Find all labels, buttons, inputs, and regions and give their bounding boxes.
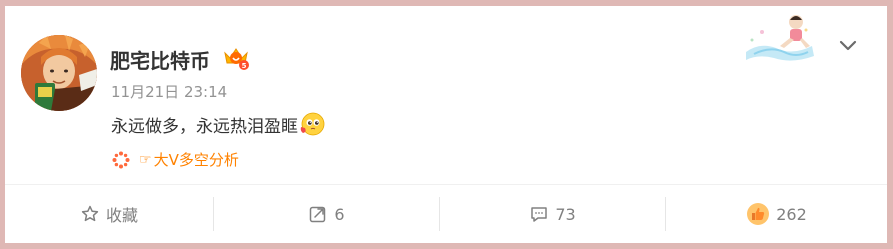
source-link[interactable]: ☞ 大V多空分析: [111, 149, 239, 170]
comment-button[interactable]: 73: [440, 185, 665, 243]
favorite-button[interactable]: 收藏: [5, 185, 213, 243]
spark-icon: [112, 151, 130, 168]
comment-count: 73: [555, 204, 576, 224]
moved-to-tears-emoji-icon: [299, 111, 325, 137]
post-toolbar: 收藏 6 73 262: [5, 185, 887, 243]
star-icon: [81, 205, 99, 222]
card-decoration: [740, 12, 820, 64]
repost-button[interactable]: 6: [214, 185, 439, 243]
chevron-down-icon[interactable]: [836, 34, 860, 58]
weibo-post-card: 肥宅比特币 5 11月21日 23:14 永远做多，永远热泪盈眶 ☞ 大V多空分…: [5, 6, 887, 243]
vip-badge-icon[interactable]: 5: [222, 43, 250, 71]
repost-icon: [310, 206, 326, 223]
repost-count: 6: [334, 204, 345, 224]
pointer-icon: ☞: [139, 151, 152, 168]
source-link-label[interactable]: 大V多空分析: [154, 149, 239, 170]
username[interactable]: 肥宅比特币: [110, 45, 210, 74]
svg-text:5: 5: [242, 62, 247, 70]
post-timestamp[interactable]: 11月21日 23:14: [111, 81, 227, 102]
avatar[interactable]: [21, 35, 97, 111]
comment-icon: [531, 207, 548, 222]
post-text-content: 永远做多，永远热泪盈眶: [111, 116, 298, 137]
thumbs-up-icon: [747, 203, 770, 225]
like-count: 262: [776, 204, 807, 224]
like-button[interactable]: 262: [666, 185, 887, 243]
favorite-label: 收藏: [105, 206, 138, 225]
post-text: 永远做多，永远热泪盈眶: [111, 111, 325, 137]
